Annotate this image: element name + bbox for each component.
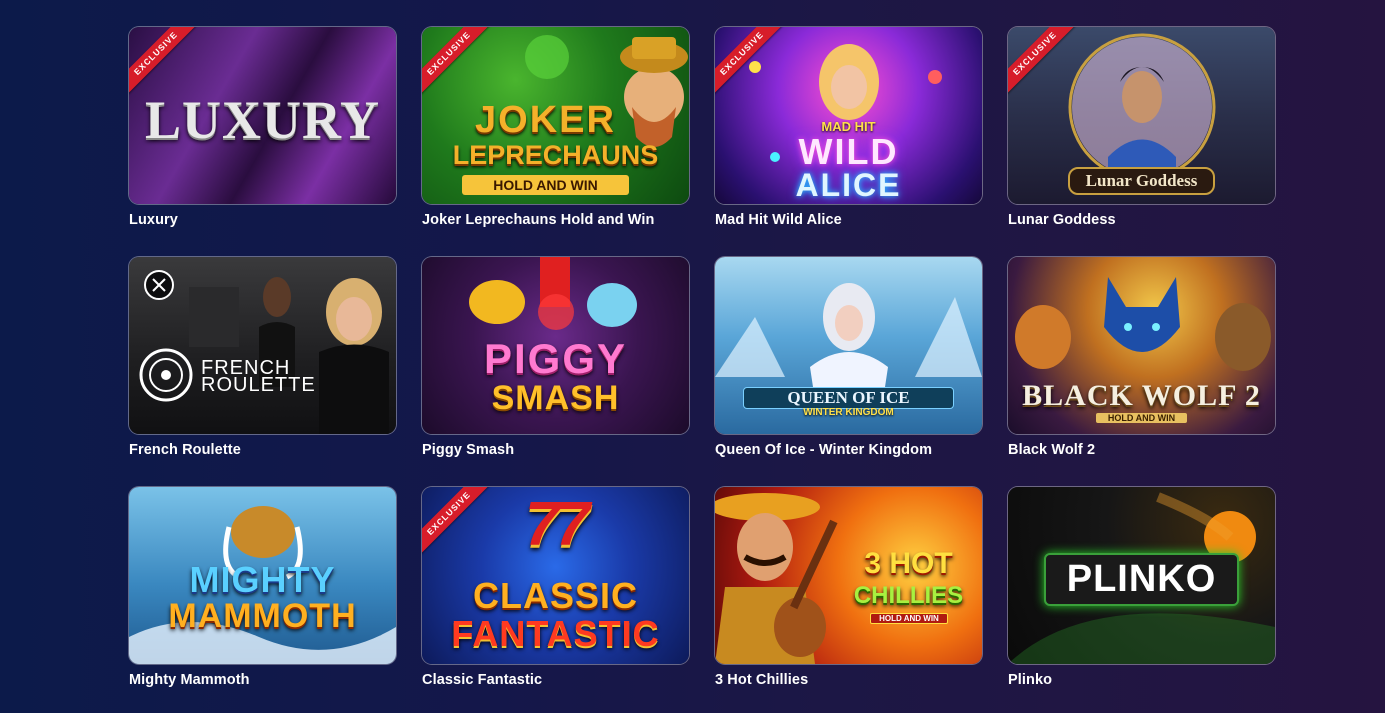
game-title[interactable]: 3 Hot Chillies — [715, 672, 808, 688]
game-logo-line1: PIGGY — [483, 335, 628, 382]
game-title[interactable]: French Roulette — [129, 442, 241, 458]
game-thumbnail[interactable]: BLACK WOLF 2 HOLD AND WIN — [1008, 257, 1275, 434]
game-title[interactable]: Lunar Goddess — [1008, 212, 1116, 228]
game-logo-line2: CHILLIES — [853, 582, 964, 609]
game-logo-line3: FANTASTIC — [451, 613, 660, 654]
game-thumbnail[interactable]: FRENCH ROULETTE — [129, 257, 396, 434]
game-logo-line1: BLACK WOLF 2 — [1022, 379, 1261, 412]
game-logo-line2: ROULETTE — [201, 374, 316, 396]
game-card-queen-of-ice[interactable]: QUEEN OF ICE WINTER KINGDOM Queen Of Ice… — [715, 257, 982, 458]
game-title[interactable]: Black Wolf 2 — [1008, 442, 1095, 458]
game-card-french-roulette[interactable]: FRENCH ROULETTE French Roulette — [129, 257, 396, 458]
game-logo-line2: SMASH — [491, 379, 620, 417]
game-title[interactable]: Piggy Smash — [422, 442, 514, 458]
game-card-luxury[interactable]: LUXURY EXCLUSIVE Luxury — [129, 27, 396, 228]
game-logo-line2: HOLD AND WIN — [1096, 413, 1187, 423]
exclusive-badge: EXCLUSIVE — [129, 27, 201, 99]
game-logo-line1: 3 HOT — [864, 547, 953, 580]
game-thumbnail[interactable]: PIGGY SMASH — [422, 257, 689, 434]
game-thumbnail[interactable]: LUXURY EXCLUSIVE — [129, 27, 396, 204]
game-title[interactable]: Classic Fantastic — [422, 672, 542, 688]
game-logo-line2: LEPRECHAUNS — [452, 140, 659, 170]
game-logo-line2: WINTER KINGDOM — [803, 407, 894, 418]
game-card-piggy-smash[interactable]: PIGGY SMASH Piggy Smash — [422, 257, 689, 458]
game-card-joker-leprechauns[interactable]: JOKER LEPRECHAUNS HOLD AND WIN EXCLUSIVE… — [422, 27, 689, 228]
game-thumbnail[interactable]: Lunar Goddess EXCLUSIVE — [1008, 27, 1275, 204]
game-logo: PLINKO — [1044, 553, 1239, 606]
game-thumbnail[interactable]: PLINKO — [1008, 487, 1275, 664]
game-card-3-hot-chillies[interactable]: 3 HOT CHILLIES HOLD AND WIN 3 Hot Chilli… — [715, 487, 982, 688]
game-logo-line1: MIGHTY — [189, 559, 336, 600]
game-thumbnail[interactable]: JOKER LEPRECHAUNS HOLD AND WIN EXCLUSIVE — [422, 27, 689, 204]
game-logo-line2: MAMMOTH — [168, 597, 357, 635]
game-card-lunar-goddess[interactable]: Lunar Goddess EXCLUSIVE Lunar Goddess — [1008, 27, 1275, 228]
game-logo-line1: QUEEN OF ICE — [743, 387, 954, 409]
game-logo-line3: HOLD AND WIN — [462, 175, 629, 195]
game-card-mad-hit-wild-alice[interactable]: MAD HIT WILD ALICE EXCLUSIVE Mad Hit Wil… — [715, 27, 982, 228]
game-thumbnail[interactable]: MIGHTY MAMMOTH — [129, 487, 396, 664]
roulette-wheel-icon — [139, 348, 193, 402]
game-logo-line1: JOKER — [475, 99, 616, 141]
game-card-black-wolf-2[interactable]: BLACK WOLF 2 HOLD AND WIN Black Wolf 2 — [1008, 257, 1275, 458]
game-logo: Lunar Goddess — [1068, 167, 1215, 195]
game-logo-line3: ALICE — [795, 167, 902, 203]
game-title[interactable]: Plinko — [1008, 672, 1052, 688]
game-title[interactable]: Luxury — [129, 212, 178, 228]
game-title[interactable]: Mighty Mammoth — [129, 672, 250, 688]
game-logo-line3: HOLD AND WIN — [870, 613, 948, 624]
game-thumbnail[interactable]: 3 HOT CHILLIES HOLD AND WIN — [715, 487, 982, 664]
game-card-mighty-mammoth[interactable]: MIGHTY MAMMOTH Mighty Mammoth — [129, 487, 396, 688]
game-card-classic-fantastic[interactable]: 77 CLASSIC FANTASTIC EXCLUSIVE Classic F… — [422, 487, 689, 688]
game-thumbnail[interactable]: QUEEN OF ICE WINTER KINGDOM — [715, 257, 982, 434]
game-title[interactable]: Mad Hit Wild Alice — [715, 212, 842, 228]
game-title[interactable]: Queen Of Ice - Winter Kingdom — [715, 442, 932, 458]
game-title[interactable]: Joker Leprechauns Hold and Win — [422, 212, 655, 228]
game-card-plinko[interactable]: PLINKO Plinko — [1008, 487, 1275, 688]
game-logo: LUXURY — [144, 90, 381, 150]
game-thumbnail[interactable]: 77 CLASSIC FANTASTIC EXCLUSIVE — [422, 487, 689, 664]
game-logo-line2: CLASSIC — [472, 575, 638, 616]
game-thumbnail[interactable]: MAD HIT WILD ALICE EXCLUSIVE — [715, 27, 982, 204]
